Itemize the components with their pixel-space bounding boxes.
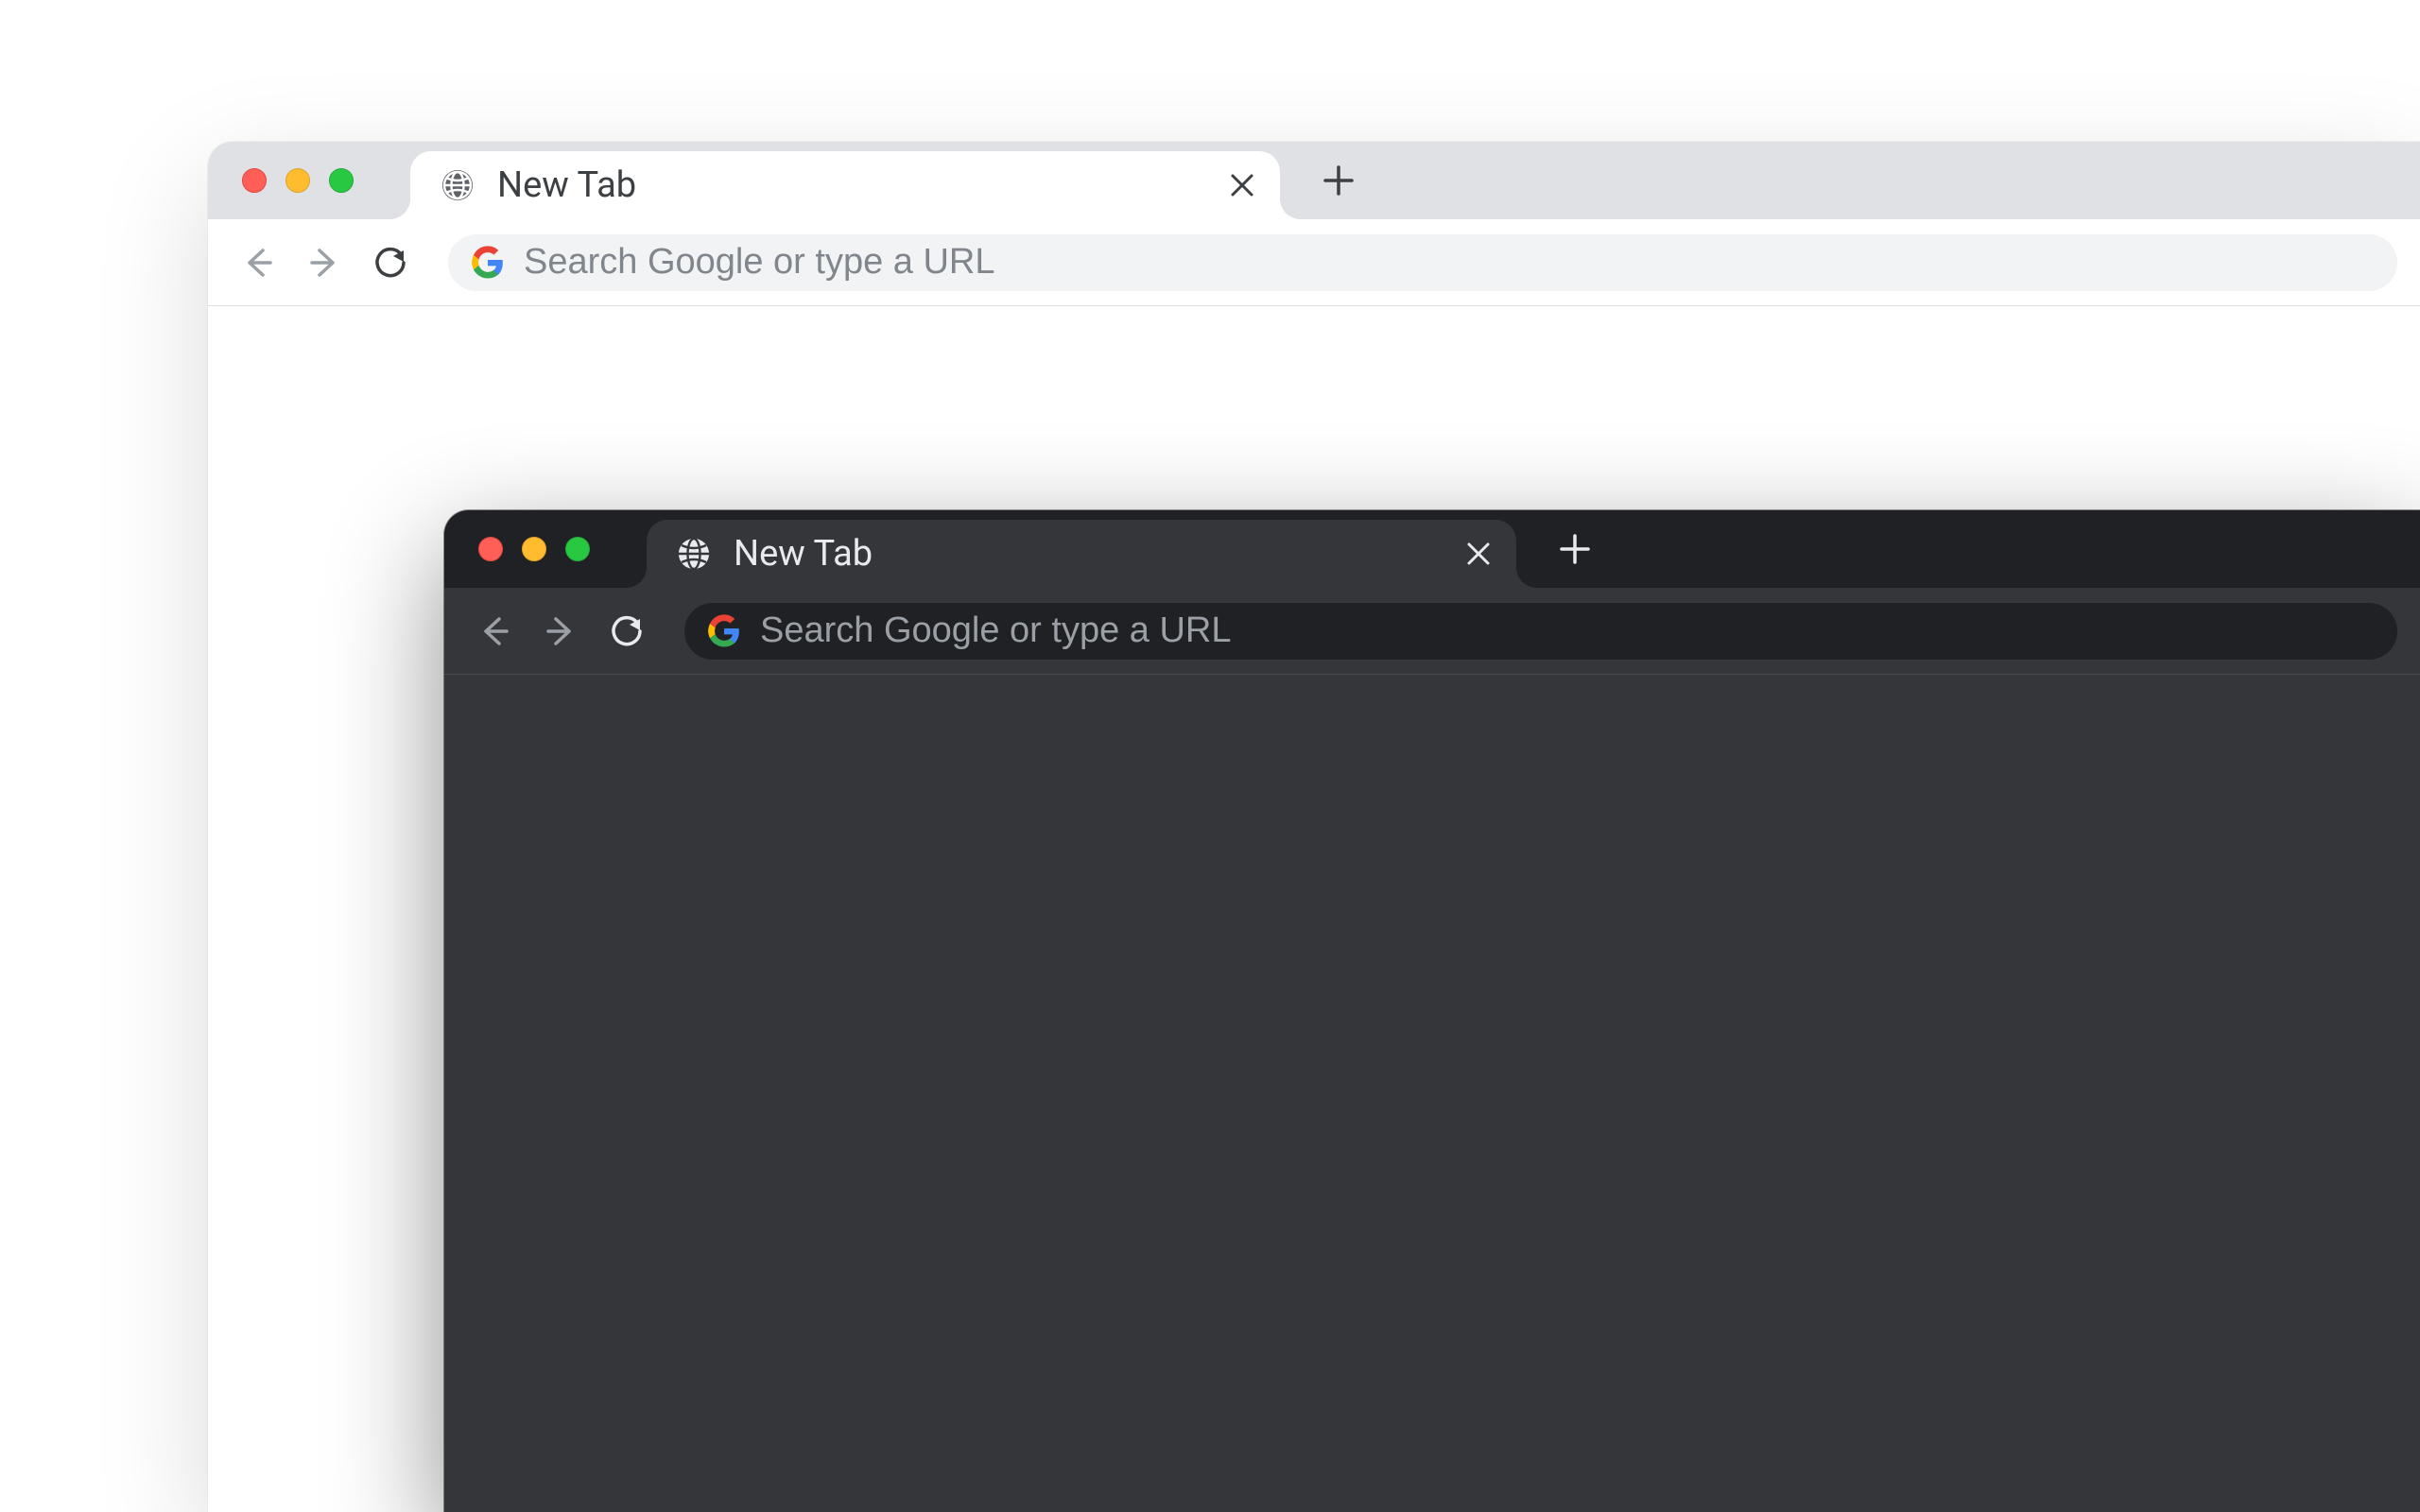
maximize-window-button[interactable] [565,537,590,561]
tabstrip: New Tab [208,142,2420,219]
reload-button[interactable] [599,604,654,659]
address-input[interactable] [524,242,2375,283]
globe-icon [439,166,476,204]
window-controls [478,537,590,561]
browser-tab[interactable]: New Tab [647,520,1516,588]
close-tab-button[interactable] [1465,541,1492,567]
maximize-window-button[interactable] [329,168,354,193]
tab-title: New Tab [497,164,1229,206]
google-icon [471,246,505,280]
address-input[interactable] [760,610,2375,651]
page-content [444,675,2420,1512]
forward-button[interactable] [297,235,352,290]
minimize-window-button[interactable] [522,537,546,561]
back-button[interactable] [231,235,285,290]
address-bar[interactable] [448,234,2397,291]
tab-title: New Tab [734,533,1465,575]
close-window-button[interactable] [242,168,267,193]
new-tab-button[interactable] [1547,521,1603,577]
new-tab-button[interactable] [1310,152,1367,209]
browser-window-dark: New Tab [444,510,2420,1512]
toolbar [208,219,2420,306]
toolbar [444,588,2420,675]
back-button[interactable] [467,604,522,659]
globe-icon [675,535,713,573]
close-tab-button[interactable] [1229,172,1255,198]
browser-tab[interactable]: New Tab [410,151,1280,219]
google-icon [707,614,741,648]
close-window-button[interactable] [478,537,503,561]
forward-button[interactable] [533,604,588,659]
reload-button[interactable] [363,235,418,290]
window-controls [242,168,354,193]
tabstrip: New Tab [444,510,2420,588]
minimize-window-button[interactable] [285,168,310,193]
address-bar[interactable] [684,603,2397,660]
